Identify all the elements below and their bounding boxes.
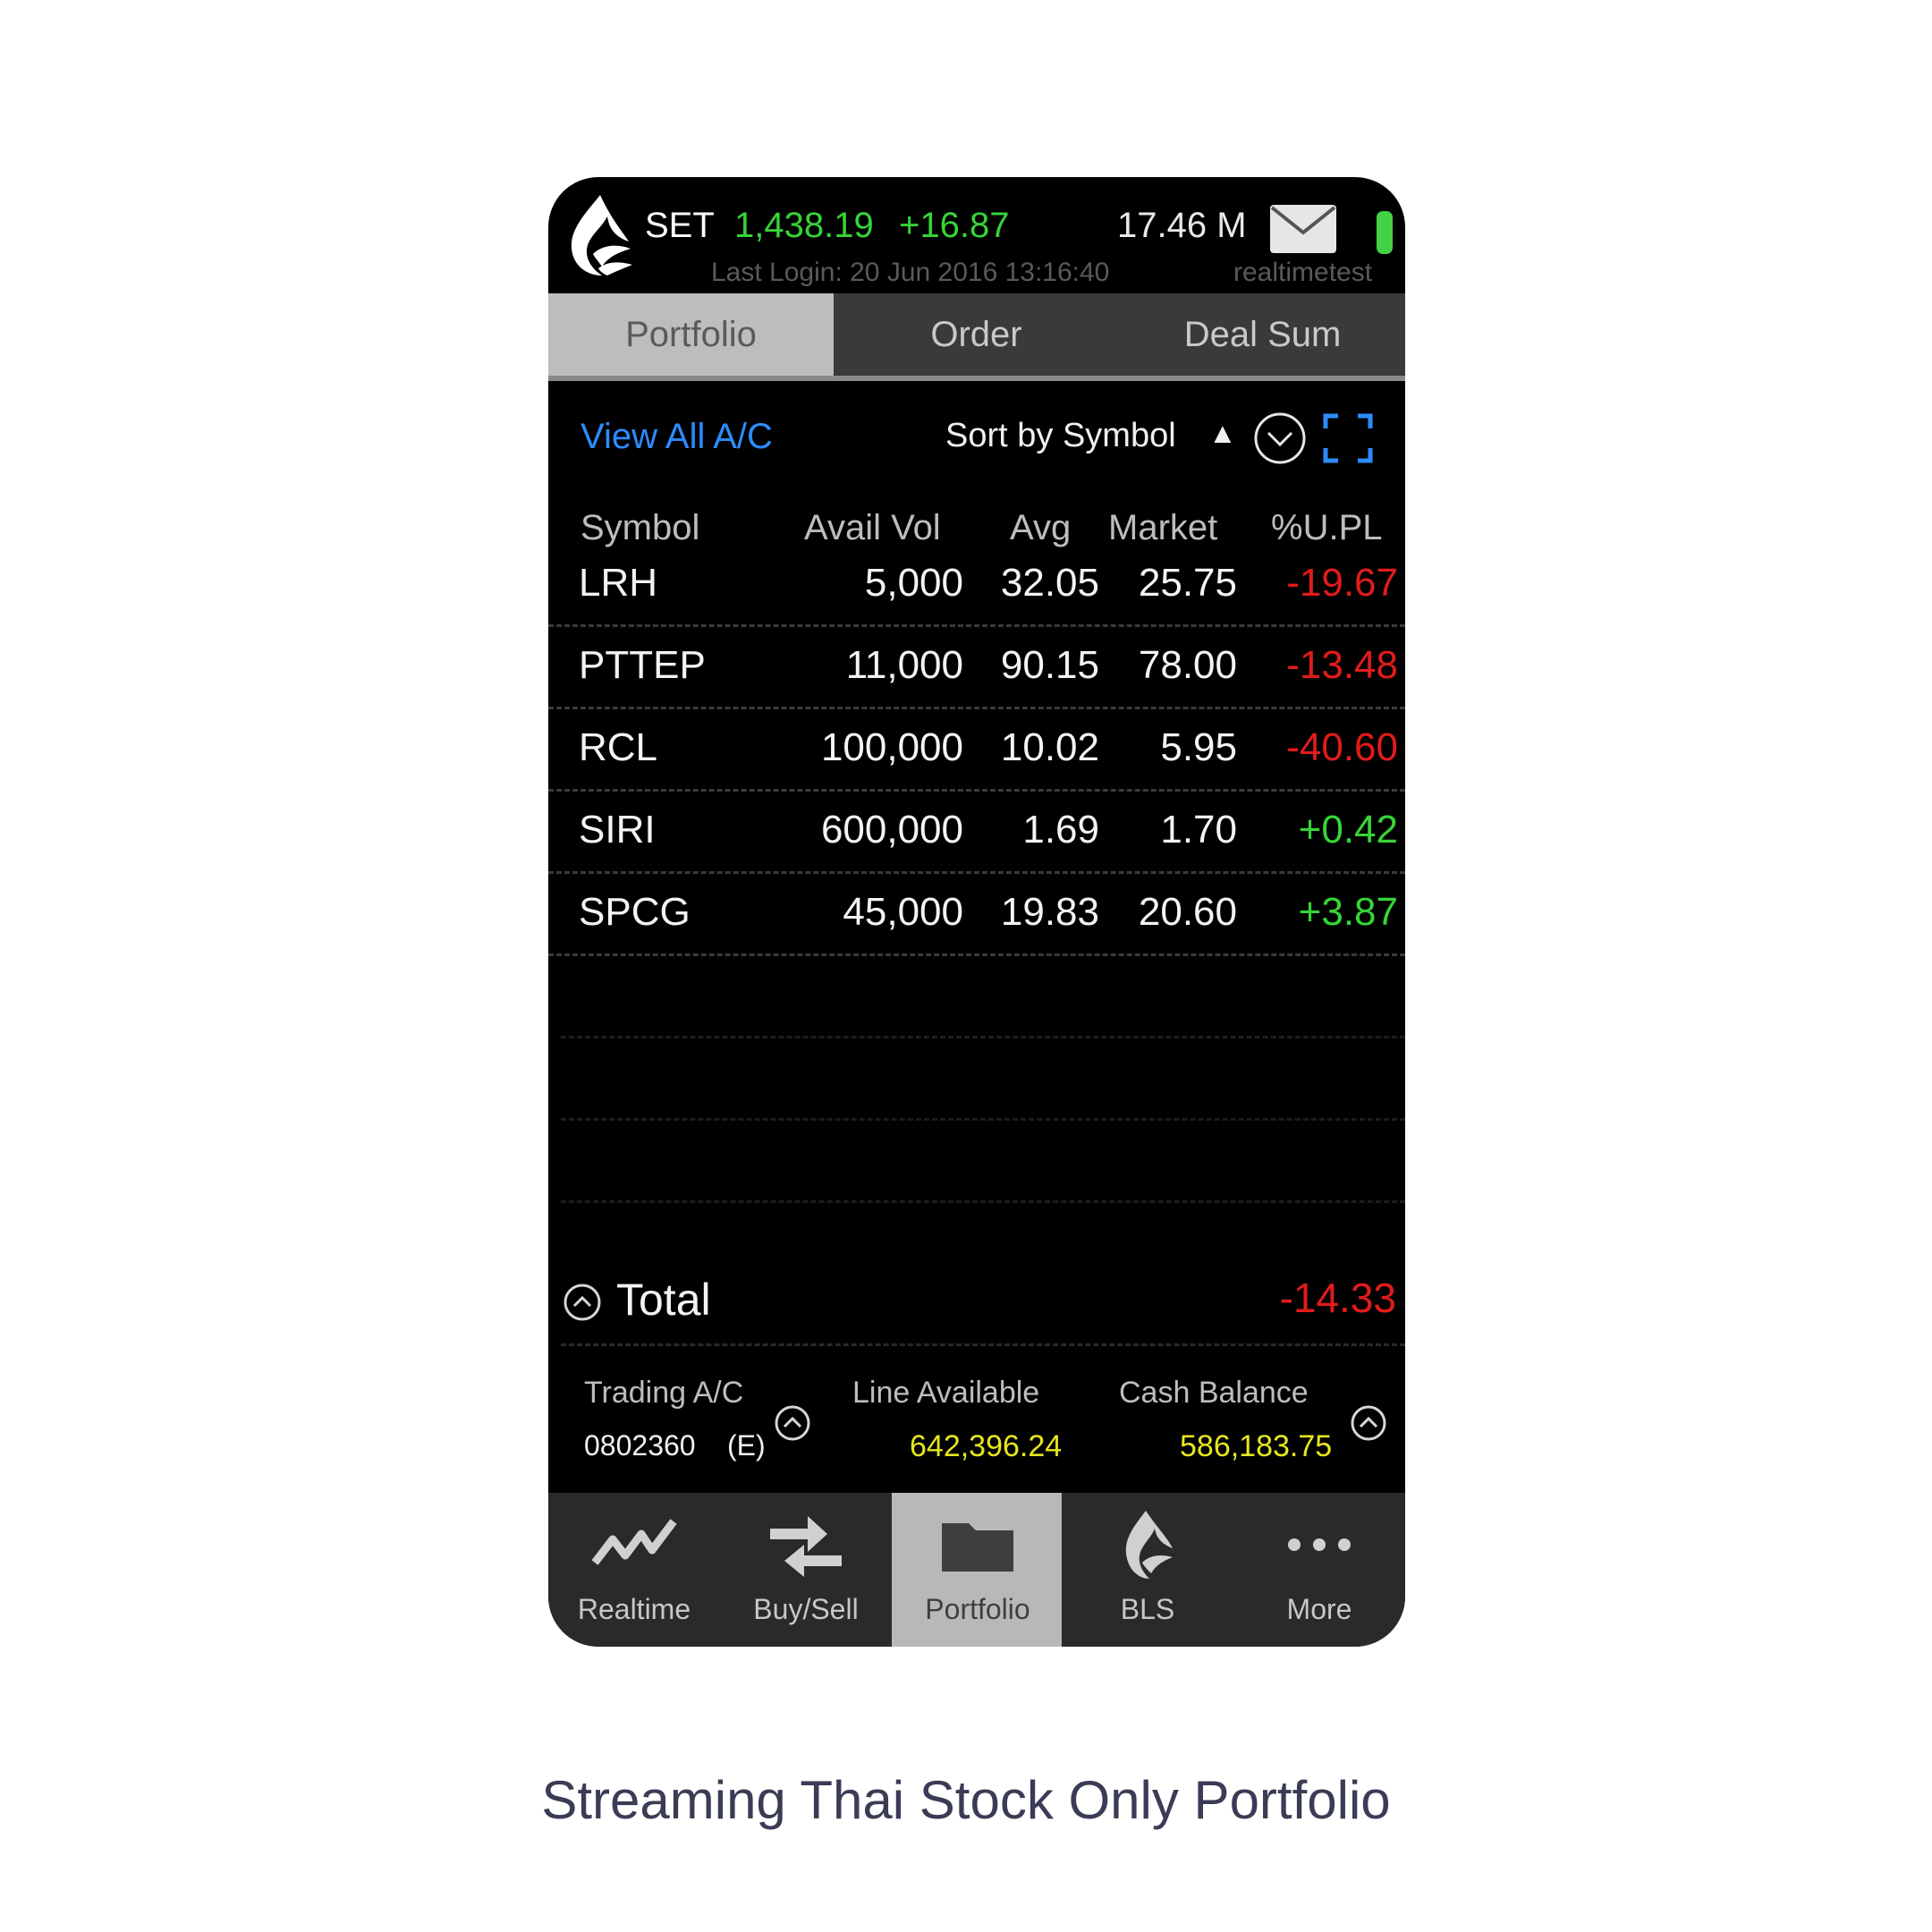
avail-vol-cell: 600,000	[820, 808, 963, 852]
nav-portfolio[interactable]: Portfolio	[892, 1493, 1062, 1647]
divider	[561, 1200, 1405, 1203]
chart-line-icon	[591, 1519, 677, 1565]
chevron-down-circle-icon[interactable]	[1253, 411, 1307, 465]
line-available-label: Line Available	[852, 1376, 1040, 1410]
tab-order[interactable]: Order	[834, 293, 1119, 376]
table-row[interactable]: RCL 100,000 10.02 5.95 -40.60	[548, 707, 1405, 792]
symbol-cell: SIRI	[579, 808, 656, 852]
upl-cell: -40.60	[1286, 725, 1398, 769]
cash-chevron-up-icon[interactable]	[1350, 1404, 1387, 1442]
nav-label: Portfolio	[925, 1593, 1030, 1625]
table-row[interactable]: PTTEP 11,000 90.15 78.00 -13.48	[548, 624, 1405, 709]
more-dots-icon	[1288, 1538, 1351, 1551]
flame-logo-icon	[1125, 1511, 1173, 1579]
envelope-icon[interactable]	[1269, 204, 1337, 254]
last-login: Last Login: 20 Jun 2016 13:16:40	[711, 258, 1110, 287]
avg-cell: 19.83	[1000, 890, 1099, 934]
avail-vol-cell: 11,000	[845, 643, 963, 687]
divider	[561, 1343, 1405, 1346]
symbol-cell: LRH	[579, 561, 658, 605]
market-cell: 25.75	[1138, 561, 1237, 605]
nav-label: BLS	[1120, 1593, 1175, 1625]
folder-icon	[942, 1523, 1013, 1572]
phone-screen: SET 1,438.19 +16.87 17.46 M Last Login: …	[548, 177, 1405, 1647]
market-cell: 20.60	[1138, 890, 1237, 934]
market-volume: 17.46 M	[1117, 206, 1247, 245]
status-bar: SET 1,438.19 +16.87 17.46 M Last Login: …	[548, 177, 1405, 293]
account-chevron-up-icon[interactable]	[774, 1404, 811, 1442]
avg-cell: 10.02	[1000, 725, 1099, 769]
page-caption: Streaming Thai Stock Only Portfolio	[541, 1770, 1391, 1830]
upl-cell: -19.67	[1286, 561, 1398, 605]
tab-portfolio[interactable]: Portfolio	[548, 293, 834, 376]
table-row[interactable]: SPCG 45,000 19.83 20.60 +3.87	[548, 871, 1405, 956]
bottom-navigation: Realtime Buy/Sell Portfolio BLS More	[548, 1493, 1405, 1647]
top-tabs: Portfolio Order Deal Sum	[548, 293, 1405, 381]
symbol-cell: SPCG	[579, 890, 691, 934]
upl-cell: -13.48	[1286, 643, 1398, 687]
nav-bls[interactable]: BLS	[1062, 1493, 1233, 1647]
divider	[561, 1118, 1405, 1121]
swap-arrows-icon	[770, 1516, 842, 1577]
avail-vol-cell: 100,000	[820, 725, 963, 769]
avg-cell: 1.69	[1022, 808, 1099, 852]
avg-cell: 32.05	[1000, 561, 1099, 605]
tab-deal-sum[interactable]: Deal Sum	[1120, 293, 1405, 376]
avail-vol-cell: 5,000	[864, 561, 963, 605]
market-cell: 5.95	[1160, 725, 1237, 769]
nav-label: More	[1286, 1593, 1352, 1625]
market-cell: 78.00	[1138, 643, 1237, 687]
chevron-up-circle-icon[interactable]	[563, 1283, 602, 1322]
index-name: SET	[645, 206, 715, 245]
divider	[561, 1036, 1405, 1038]
symbol-cell: PTTEP	[579, 643, 706, 687]
index-change: +16.87	[899, 206, 1010, 245]
trading-account-label: Trading A/C	[584, 1376, 744, 1410]
nav-label: Buy/Sell	[753, 1593, 859, 1625]
username: realtimetest	[1233, 258, 1373, 287]
symbol-cell: RCL	[579, 725, 658, 769]
cash-balance-value: 586,183.75	[1180, 1429, 1333, 1463]
line-available-value: 642,396.24	[910, 1429, 1063, 1463]
avail-vol-cell: 45,000	[843, 890, 963, 934]
nav-buy-sell[interactable]: Buy/Sell	[720, 1493, 892, 1647]
nav-more[interactable]: More	[1233, 1493, 1405, 1647]
avg-cell: 90.15	[1000, 643, 1099, 687]
table-row[interactable]: LRH 5,000 32.05 25.75 -19.67	[548, 542, 1405, 627]
market-cell: 1.70	[1160, 808, 1237, 852]
upl-cell: +3.87	[1298, 890, 1398, 934]
trading-account-type: (E)	[727, 1429, 766, 1462]
nav-realtime[interactable]: Realtime	[548, 1493, 720, 1647]
trading-account-number: 0802360	[584, 1429, 696, 1462]
total-upl-value: -14.33	[1279, 1275, 1396, 1321]
total-label: Total	[616, 1275, 711, 1325]
nav-label: Realtime	[577, 1593, 691, 1625]
battery-icon	[1377, 211, 1393, 254]
index-value: 1,438.19	[734, 206, 874, 245]
fullscreen-icon[interactable]	[1323, 413, 1373, 463]
table-row[interactable]: SIRI 600,000 1.69 1.70 +0.42	[548, 789, 1405, 874]
upl-cell: +0.42	[1298, 808, 1398, 852]
cash-balance-label: Cash Balance	[1119, 1376, 1309, 1410]
sort-ascending-icon[interactable]: ▲	[1208, 417, 1237, 450]
flame-logo-icon	[571, 195, 632, 275]
view-all-accounts-link[interactable]: View All A/C	[580, 417, 773, 457]
sort-by-symbol[interactable]: Sort by Symbol	[945, 417, 1176, 455]
